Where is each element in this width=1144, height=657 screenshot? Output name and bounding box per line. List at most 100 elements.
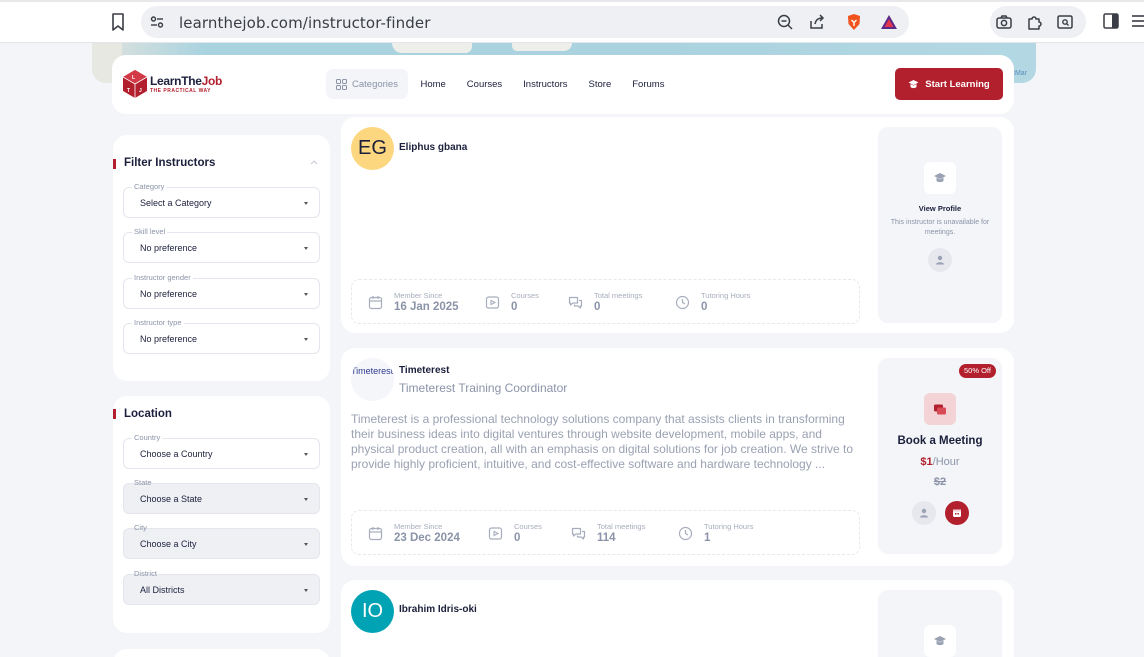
video-course-icon bbox=[485, 296, 500, 309]
nav-categories-label: Categories bbox=[352, 78, 398, 90]
instructor-name[interactable]: Eliphus gbana bbox=[399, 142, 467, 153]
logo-cube-icon: L T J bbox=[122, 70, 148, 98]
user-profile-button[interactable] bbox=[928, 248, 952, 272]
hourly-price: $1/Hour bbox=[878, 456, 1002, 468]
original-price: $2 bbox=[933, 476, 947, 488]
svg-text:L: L bbox=[132, 75, 135, 81]
brave-shield-icon[interactable] bbox=[845, 13, 863, 31]
nav-forums[interactable]: Forums bbox=[622, 79, 675, 90]
state-label: State bbox=[134, 478, 152, 487]
logo[interactable]: L T J LearnTheJob THE PRACTICAL WAY bbox=[122, 69, 232, 101]
extensions-group bbox=[990, 6, 1086, 38]
svg-text:J: J bbox=[139, 88, 142, 94]
caret-down-icon bbox=[304, 453, 308, 456]
book-calendar-button[interactable] bbox=[945, 501, 969, 525]
stat-value: 0 bbox=[514, 532, 521, 544]
unavailable-note: This instructor is unavailable for meeti… bbox=[890, 219, 990, 236]
instructor-card: Timeterest Timeterest Timeterest Trainin… bbox=[341, 348, 1014, 566]
url-text[interactable]: learnthejob.com/instructor-finder bbox=[179, 14, 430, 32]
location-title: Location bbox=[124, 408, 172, 420]
state-value: Choose a State bbox=[140, 494, 203, 504]
company-logo[interactable]: Timeterest bbox=[351, 358, 394, 401]
instructor-type-select[interactable]: Instructor type No preference bbox=[123, 318, 320, 354]
instructor-name[interactable]: Ibrahim Idris-oki bbox=[399, 604, 477, 615]
instructor-name[interactable]: Timeterest bbox=[399, 365, 449, 376]
state-select[interactable]: State Choose a State bbox=[123, 478, 320, 514]
view-profile-panel bbox=[878, 590, 1002, 657]
nav-instructors[interactable]: Instructors bbox=[513, 79, 578, 90]
skill-level-label: Skill level bbox=[132, 227, 168, 237]
brave-rewards-icon[interactable] bbox=[880, 13, 898, 31]
map-credit[interactable]: tMar bbox=[1013, 70, 1027, 77]
nav-courses[interactable]: Courses bbox=[456, 79, 512, 90]
site-settings-icon[interactable] bbox=[149, 14, 165, 30]
menu-icon[interactable] bbox=[1130, 12, 1144, 30]
caret-down-icon bbox=[304, 247, 308, 250]
instructor-description: Timeterest is a professional technology … bbox=[351, 412, 854, 471]
stat-value: 0 bbox=[594, 301, 601, 313]
book-meeting-title[interactable]: Book a Meeting bbox=[878, 435, 1002, 447]
instructor-card: IO Ibrahim Idris-oki bbox=[341, 580, 1014, 657]
nav-home[interactable]: Home bbox=[410, 79, 456, 90]
country-select[interactable]: Country Choose a Country bbox=[123, 433, 320, 469]
stat-label: Total meetings bbox=[594, 291, 643, 300]
graduation-cap-icon bbox=[924, 162, 956, 194]
price-unit: /Hour bbox=[932, 456, 960, 468]
grid-icon bbox=[336, 78, 347, 90]
reader-mode-icon[interactable] bbox=[1056, 13, 1074, 31]
skill-level-value: No preference bbox=[140, 243, 198, 253]
city-label: City bbox=[134, 523, 147, 532]
sidebar-toggle-icon[interactable] bbox=[1102, 12, 1120, 30]
avatar[interactable]: EG bbox=[351, 127, 394, 170]
stat-label: Member Since bbox=[394, 522, 443, 531]
main-nav: Categories Home Courses Instructors Stor… bbox=[326, 69, 675, 99]
stat-label: Courses bbox=[514, 522, 542, 531]
stat-label: Tutoring Hours bbox=[704, 522, 754, 531]
stat-value: 0 bbox=[701, 301, 708, 313]
chevron-up-icon[interactable] bbox=[310, 160, 318, 165]
view-profile-link[interactable]: View Profile bbox=[878, 204, 1002, 213]
browser-toolbar: learnthejob.com/instructor-finder bbox=[0, 0, 1144, 43]
instructor-gender-select[interactable]: Instructor gender No preference bbox=[123, 273, 320, 309]
nav-store[interactable]: Store bbox=[578, 79, 622, 90]
meetings-icon bbox=[571, 527, 586, 540]
clock-icon bbox=[678, 526, 693, 541]
avatar[interactable]: IO bbox=[351, 590, 394, 633]
stat-value: 23 Dec 2024 bbox=[394, 532, 460, 544]
clock-icon bbox=[675, 295, 690, 310]
nav-categories[interactable]: Categories bbox=[326, 69, 408, 99]
district-select[interactable]: District All Districts bbox=[123, 569, 320, 605]
start-learning-button[interactable]: Start Learning bbox=[895, 68, 1003, 100]
start-learning-label: Start Learning bbox=[925, 78, 990, 90]
calendar-icon bbox=[953, 509, 961, 517]
category-select[interactable]: Category Select a Category bbox=[123, 182, 320, 218]
skill-level-select[interactable]: Skill level No preference bbox=[123, 227, 320, 263]
share-icon[interactable] bbox=[808, 13, 826, 31]
svg-text:T: T bbox=[127, 88, 130, 94]
user-profile-button[interactable] bbox=[912, 501, 936, 525]
mortarboard-icon bbox=[908, 79, 919, 88]
caret-down-icon bbox=[304, 498, 308, 501]
stat-label: Member Since bbox=[394, 291, 443, 300]
category-label: Category bbox=[132, 182, 167, 192]
brand-name: LearnTheJob bbox=[150, 74, 222, 88]
book-meeting-panel: Book a Meeting $1/Hour $2 bbox=[878, 358, 1002, 554]
address-bar[interactable]: learnthejob.com/instructor-finder bbox=[141, 6, 909, 38]
instructor-gender-label: Instructor gender bbox=[132, 273, 193, 283]
extensions-puzzle-icon[interactable] bbox=[1026, 13, 1044, 31]
location-card: Location Country Choose a Country State … bbox=[113, 396, 330, 633]
brand-learn: Learn bbox=[150, 74, 182, 88]
zoom-out-icon[interactable] bbox=[776, 13, 794, 31]
caret-down-icon bbox=[304, 202, 308, 205]
instructor-gender-value: No preference bbox=[140, 289, 198, 299]
brand-job: Job bbox=[201, 74, 223, 88]
bookmark-icon[interactable] bbox=[110, 12, 126, 32]
city-select[interactable]: City Choose a City bbox=[123, 523, 320, 559]
calendar-icon bbox=[368, 296, 383, 310]
video-course-icon bbox=[488, 527, 503, 540]
instructor-type-value: No preference bbox=[140, 334, 198, 344]
meetings-icon bbox=[568, 296, 583, 309]
stat-value: 114 bbox=[597, 532, 616, 544]
camera-icon[interactable] bbox=[995, 13, 1013, 31]
next-filter-card bbox=[113, 649, 330, 657]
